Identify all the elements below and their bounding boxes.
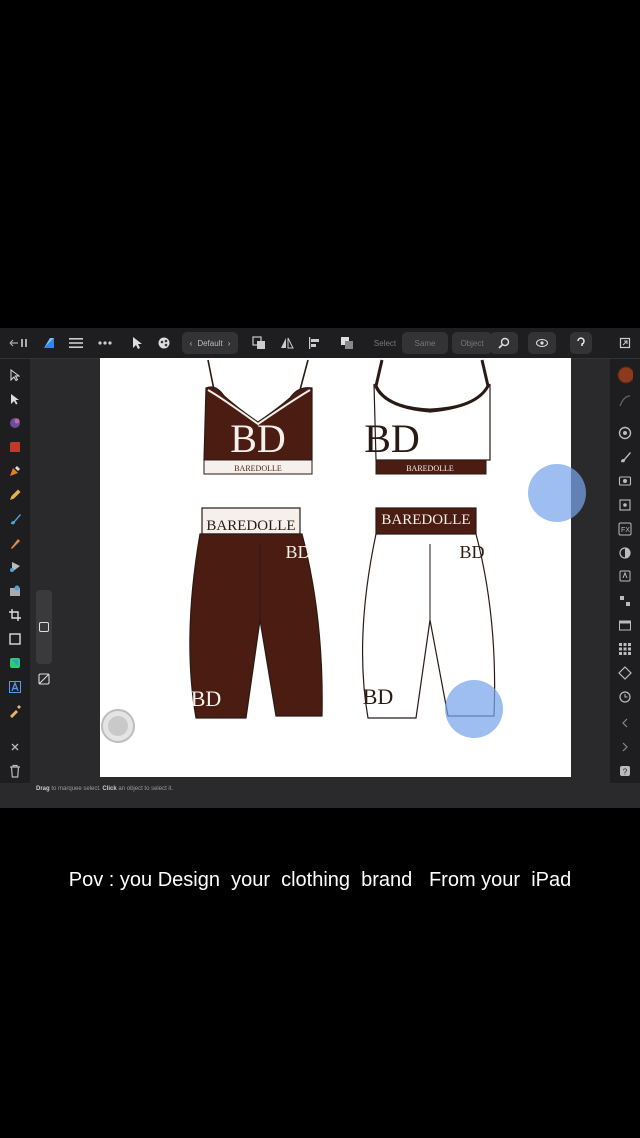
grid-icon[interactable] (617, 641, 633, 657)
left-shorts-brand-label: BAREDOLLE (206, 518, 295, 534)
modifier-knob (108, 716, 128, 736)
touch-indicator-upper (528, 464, 586, 522)
chevron-left-icon[interactable] (617, 715, 633, 731)
designer-persona-icon[interactable] (40, 332, 58, 354)
zoom-icon[interactable] (490, 332, 518, 354)
symbols-icon[interactable] (617, 665, 633, 681)
status-bar: Drag to marquee select. Click an object … (30, 783, 616, 796)
shape-tool-icon[interactable] (7, 655, 23, 671)
floating-modifier-button[interactable] (101, 709, 135, 743)
help-icon[interactable]: ? (617, 763, 633, 779)
alignment-icon[interactable] (617, 593, 633, 609)
top-toolbar: ‹ Default › Select Same Object (0, 328, 640, 359)
corner-tool-icon[interactable] (7, 439, 23, 455)
rectangle-tool-icon[interactable] (7, 631, 23, 647)
export-icon[interactable] (616, 332, 634, 354)
align-icon[interactable] (306, 332, 324, 354)
move-tool-icon[interactable] (128, 332, 146, 354)
move-tool-icon[interactable] (7, 367, 23, 383)
eyedropper-tool-icon[interactable] (7, 703, 23, 719)
pen-tool-icon[interactable] (7, 463, 23, 479)
crop-tool-icon[interactable] (7, 607, 23, 623)
chevron-left-icon: ‹ (189, 338, 193, 348)
right-top-monogram: BD (364, 416, 420, 461)
left-shorts-monogram-upper: BD (285, 542, 310, 562)
tools-panel (0, 359, 30, 783)
history-icon[interactable] (617, 689, 633, 705)
preset-selector[interactable]: ‹ Default › (182, 332, 238, 354)
svg-text:FX: FX (621, 527, 630, 534)
modifier-strip (36, 590, 52, 664)
right-top-brand-label: BAREDOLLE (406, 464, 454, 473)
effects-fx-icon[interactable]: FX (617, 521, 633, 537)
transparency-tool-icon[interactable] (7, 559, 23, 575)
text-tool-icon[interactable] (7, 679, 23, 695)
flip-icon[interactable] (278, 332, 296, 354)
chevron-right-icon[interactable] (617, 739, 633, 755)
status-suffix-text: an object to select it. (116, 786, 174, 792)
left-shorts-monogram-lower: BD (191, 686, 222, 711)
left-top-brand-label: BAREDOLLE (234, 464, 282, 473)
color-picker-icon[interactable] (155, 332, 173, 354)
status-drag-word: Drag (36, 786, 50, 792)
left-top-monogram: BD (230, 416, 286, 461)
status-middle-text: to marquee select. (49, 786, 103, 792)
stock-icon[interactable] (617, 473, 633, 489)
right-bra-top[interactable]: BD BAREDOLLE (364, 359, 491, 475)
left-biker-shorts[interactable]: BAREDOLLE BD BD (189, 507, 323, 719)
boolean-operations-icon[interactable] (338, 332, 356, 354)
select-label[interactable]: Select (368, 332, 402, 354)
layers-icon[interactable] (617, 425, 633, 441)
right-shorts-monogram-upper: BD (459, 542, 484, 562)
close-icon[interactable] (7, 739, 23, 755)
preset-label: Default (197, 338, 223, 348)
status-click-word: Click (102, 786, 117, 792)
view-mode-icon[interactable] (528, 332, 556, 354)
node-tool-icon[interactable] (7, 391, 23, 407)
appearance-icon[interactable] (617, 545, 633, 561)
select-object-button[interactable]: Object (452, 332, 492, 354)
transform-icon[interactable] (617, 497, 633, 513)
right-shorts-monogram-lower: BD (363, 684, 394, 709)
brushes-icon[interactable] (617, 449, 633, 465)
fill-tool-icon[interactable] (7, 535, 23, 551)
modifier-square-icon[interactable] (39, 622, 49, 632)
document-menu-icon[interactable] (67, 332, 85, 354)
chevron-right-icon: › (227, 338, 231, 348)
vector-brush-tool-icon[interactable] (7, 511, 23, 527)
video-caption: Pov : you Design your clothing brand Fro… (68, 869, 572, 891)
contour-tool-icon[interactable] (7, 415, 23, 431)
snapping-icon[interactable] (250, 332, 268, 354)
hide-selection-icon[interactable] (38, 672, 50, 685)
more-options-icon[interactable] (95, 332, 115, 354)
design-app-window: ‹ Default › Select Same Object FX ? BD B… (0, 328, 640, 808)
studio-panel: FX ? (610, 359, 640, 783)
help-icon[interactable] (570, 332, 592, 354)
navigator-icon[interactable] (617, 617, 633, 633)
select-same-button[interactable]: Same (402, 332, 448, 354)
left-bra-top[interactable]: BD BAREDOLLE (203, 359, 313, 475)
right-shorts-brand-label: BAREDOLLE (381, 512, 470, 528)
place-image-tool-icon[interactable] (7, 583, 23, 599)
trash-icon[interactable] (7, 763, 23, 779)
menu-back-icon[interactable] (6, 332, 32, 354)
text-styles-icon[interactable] (617, 569, 633, 585)
touch-indicator-lower (445, 680, 503, 738)
pencil-tool-icon[interactable] (7, 487, 23, 503)
svg-text:?: ? (623, 768, 628, 777)
color-swatch-icon[interactable] (617, 366, 633, 384)
stroke-panel-icon[interactable] (617, 393, 633, 409)
